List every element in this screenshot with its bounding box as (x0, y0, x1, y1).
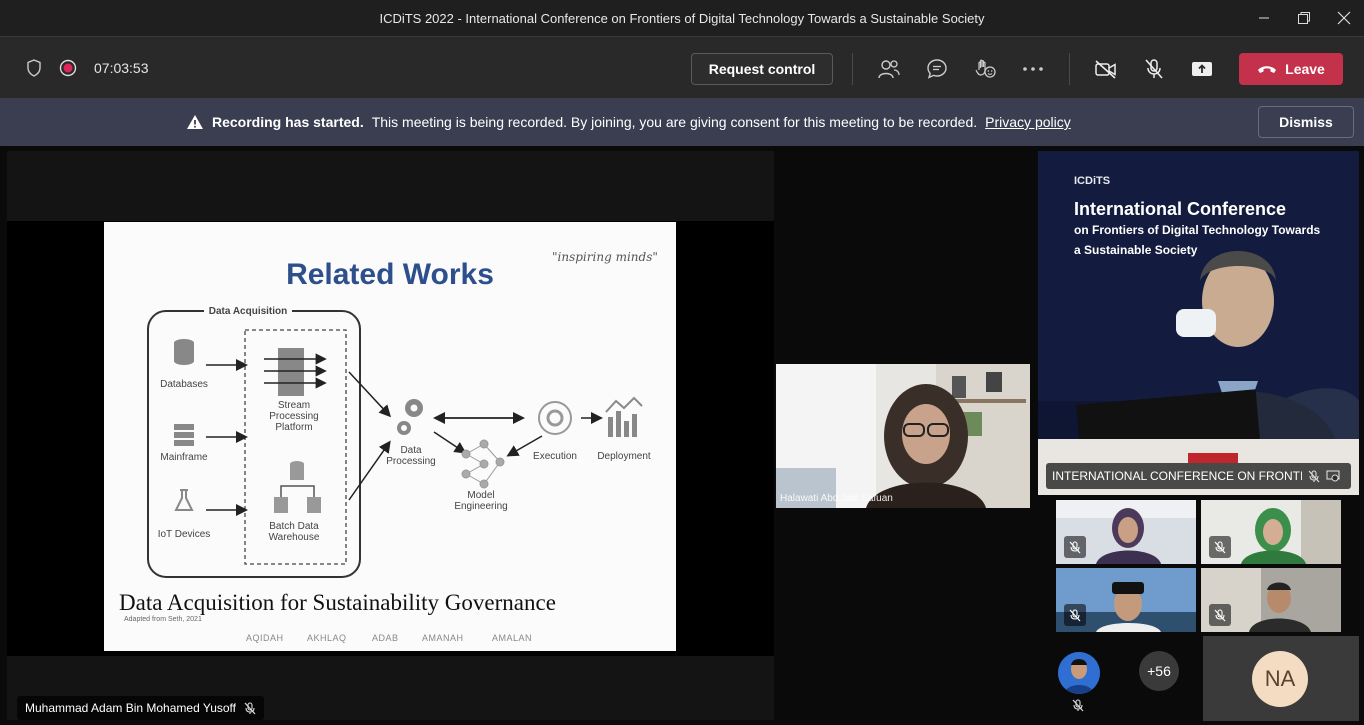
request-control-button[interactable]: Request control (691, 53, 833, 85)
mic-off-icon[interactable] (1140, 55, 1168, 83)
screen-share-indicator-icon (1326, 470, 1340, 482)
toolbar-divider (852, 53, 853, 85)
presenter-name: Muhammad Adam Bin Mohamed Yusoff (25, 701, 237, 715)
slide-value-item: AQIDAH (246, 633, 284, 643)
conference-headline: International Conference (1074, 199, 1287, 219)
slide-value-item: AKHLAQ (307, 633, 347, 643)
diagram-label-processing: Data Processing (386, 445, 436, 467)
mic-off-icon (1308, 469, 1320, 483)
mic-off-icon (1209, 536, 1231, 558)
diagram-label-batch: Batch Data Warehouse (268, 521, 320, 543)
mic-off-icon (1209, 604, 1231, 626)
participant-tile[interactable] (1056, 500, 1196, 564)
slide-value-item: ADAB (372, 633, 399, 643)
diagram-label-deployment: Deployment (597, 451, 651, 462)
presentation-slide: "inspiring minds" Related Works Data Acq… (104, 222, 676, 651)
conference-nameplate: INTERNATIONAL CONFERENCE ON FRONTI... (1046, 463, 1351, 489)
shared-screen[interactable]: "inspiring minds" Related Works Data Acq… (7, 151, 774, 720)
slide-diagram (147, 305, 643, 578)
self-avatar[interactable] (1058, 652, 1100, 694)
conference-brand: ICDiTS (1074, 175, 1111, 187)
diagram-label-model: Model Engineering (454, 490, 508, 512)
diagram-label-execution: Execution (533, 451, 577, 462)
participant-tile[interactable] (1201, 568, 1341, 632)
participant-tile[interactable] (1056, 568, 1196, 632)
participant-tile[interactable]: Halawati Abd Jalil Safuan (776, 364, 1030, 508)
mic-off-icon (1072, 699, 1084, 712)
participant-name: Halawati Abd Jalil Safuan (780, 493, 893, 504)
more-participants-button[interactable]: +56 (1139, 651, 1179, 691)
toolbar-divider (1069, 53, 1070, 85)
presenter-nameplate: Muhammad Adam Bin Mohamed Yusoff (17, 696, 265, 720)
warning-icon (186, 114, 204, 130)
window-title: ICDiTS 2022 - International Conference o… (379, 10, 985, 26)
recording-icon (58, 58, 78, 78)
reactions-icon[interactable] (971, 55, 999, 83)
banner-title: Recording has started. (212, 114, 364, 130)
privacy-policy-link[interactable]: Privacy policy (985, 114, 1071, 130)
slide-citation: Adapted from Seth, 2021 (124, 616, 202, 623)
dismiss-button[interactable]: Dismiss (1258, 106, 1354, 138)
slide-value-item: AMALAN (492, 633, 533, 643)
slide-value-item: AMANAH (422, 633, 464, 643)
diagram-label-mainframe: Mainframe (160, 452, 208, 463)
people-icon[interactable] (875, 55, 903, 83)
leave-label: Leave (1285, 61, 1325, 77)
recording-banner: Recording has started. This meeting is b… (0, 98, 1364, 146)
diagram-label-iot: IoT Devices (157, 529, 211, 540)
more-options-icon[interactable] (1019, 55, 1047, 83)
title-bar: ICDiTS 2022 - International Conference o… (0, 0, 1364, 36)
meeting-stage: "inspiring minds" Related Works Data Acq… (0, 146, 1364, 725)
share-screen-icon[interactable] (1188, 55, 1216, 83)
participant-tile[interactable]: NA (1203, 636, 1359, 721)
mic-off-icon (1064, 604, 1086, 626)
shield-icon[interactable] (24, 58, 44, 78)
meeting-timer: 07:03:53 (94, 60, 149, 76)
mic-off-icon (1064, 536, 1086, 558)
participant-name: INTERNATIONAL CONFERENCE ON FRONTI... (1052, 469, 1302, 483)
conference-subtitle-2: a Sustainable Society (1074, 243, 1198, 257)
phone-hangup-icon (1257, 64, 1277, 74)
participant-video (776, 364, 1030, 508)
camera-off-icon[interactable] (1092, 55, 1120, 83)
meeting-toolbar: 07:03:53 Request control Leave (0, 36, 1364, 98)
slide-footer-title: Data Acquisition for Sustainability Gove… (119, 590, 556, 615)
minimize-icon[interactable] (1244, 0, 1284, 36)
conference-subtitle: on Frontiers of Digital Technology Towar… (1074, 223, 1321, 237)
mic-off-icon (244, 701, 256, 715)
banner-text: This meeting is being recorded. By joini… (371, 114, 978, 130)
chat-icon[interactable] (923, 55, 951, 83)
maximize-icon[interactable] (1284, 0, 1324, 36)
diagram-label-stream: Stream Processing Platform (269, 400, 319, 433)
conference-video-tile[interactable]: ICDiTS International Conference on Front… (1038, 151, 1359, 495)
leave-button[interactable]: Leave (1239, 53, 1343, 85)
participant-tile[interactable] (1201, 500, 1341, 564)
diagram-group-label: Data Acquisition (208, 306, 288, 317)
diagram-label-databases: Databases (160, 379, 208, 390)
participant-initials-avatar: NA (1252, 651, 1308, 707)
close-icon[interactable] (1324, 0, 1364, 36)
